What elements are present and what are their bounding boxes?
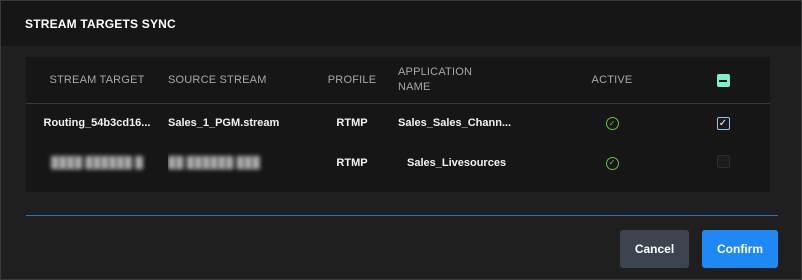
indeterminate-dash-icon bbox=[719, 79, 727, 82]
cell-active: ✓ bbox=[548, 103, 676, 143]
row-select-checkbox[interactable] bbox=[716, 155, 730, 168]
column-header-source-stream: SOURCE STREAM bbox=[168, 57, 306, 104]
cell-select bbox=[676, 143, 770, 183]
table-row[interactable]: ████ ██████ █ ██ ██████ ███ RTMP Sales_L… bbox=[26, 143, 770, 183]
select-all-checkbox[interactable] bbox=[716, 74, 730, 87]
cell-select: ✓ bbox=[676, 103, 770, 143]
footer-divider bbox=[26, 215, 778, 216]
column-header-select-all bbox=[676, 57, 770, 104]
cell-profile: RTMP bbox=[336, 117, 368, 130]
cell-source-stream-redacted: ██ ██████ ███ bbox=[168, 143, 306, 183]
column-header-active: ACTIVE bbox=[548, 57, 676, 104]
column-header-profile: PROFILE bbox=[306, 57, 398, 104]
stream-targets-sync-dialog: STREAM TARGETS SYNC STREAM TARGET SOURCE… bbox=[0, 0, 802, 280]
row-select-checkbox[interactable]: ✓ bbox=[716, 116, 730, 130]
column-header-stream-target: STREAM TARGET bbox=[26, 57, 168, 104]
table-row[interactable]: Routing_54b3cd16... Sales_1_PGM.stream R… bbox=[26, 103, 770, 143]
redacted-text: ██ ██████ ███ bbox=[168, 157, 260, 169]
active-check-circle-icon: ✓ bbox=[605, 117, 619, 130]
column-header-application-name: APPLICATION NAME bbox=[398, 57, 548, 104]
cell-application-name: Sales_Livesources bbox=[398, 143, 548, 183]
redacted-text: ████ ██████ █ bbox=[51, 157, 143, 169]
application-name-label: APPLICATION NAME bbox=[398, 65, 473, 93]
cancel-button[interactable]: Cancel bbox=[620, 230, 689, 268]
cell-profile: RTMP bbox=[336, 157, 368, 169]
confirm-button[interactable]: Confirm bbox=[702, 230, 778, 268]
active-check-circle-icon: ✓ bbox=[605, 156, 619, 170]
stream-targets-table: STREAM TARGET SOURCE STREAM PROFILE APPL… bbox=[26, 57, 770, 192]
cell-source-stream: Sales_1_PGM.stream bbox=[168, 117, 280, 130]
cell-active: ✓ bbox=[548, 143, 676, 183]
table-header-row: STREAM TARGET SOURCE STREAM PROFILE APPL… bbox=[26, 57, 770, 104]
cell-stream-target: Routing_54b3cd16... bbox=[43, 117, 151, 130]
application-name-text: Sales_Livesources bbox=[407, 157, 507, 169]
cell-stream-target-redacted: ████ ██████ █ bbox=[26, 143, 168, 183]
cell-application-name: Sales_Sales_Chann... bbox=[398, 117, 512, 130]
dialog-title: STREAM TARGETS SYNC bbox=[1, 1, 801, 46]
